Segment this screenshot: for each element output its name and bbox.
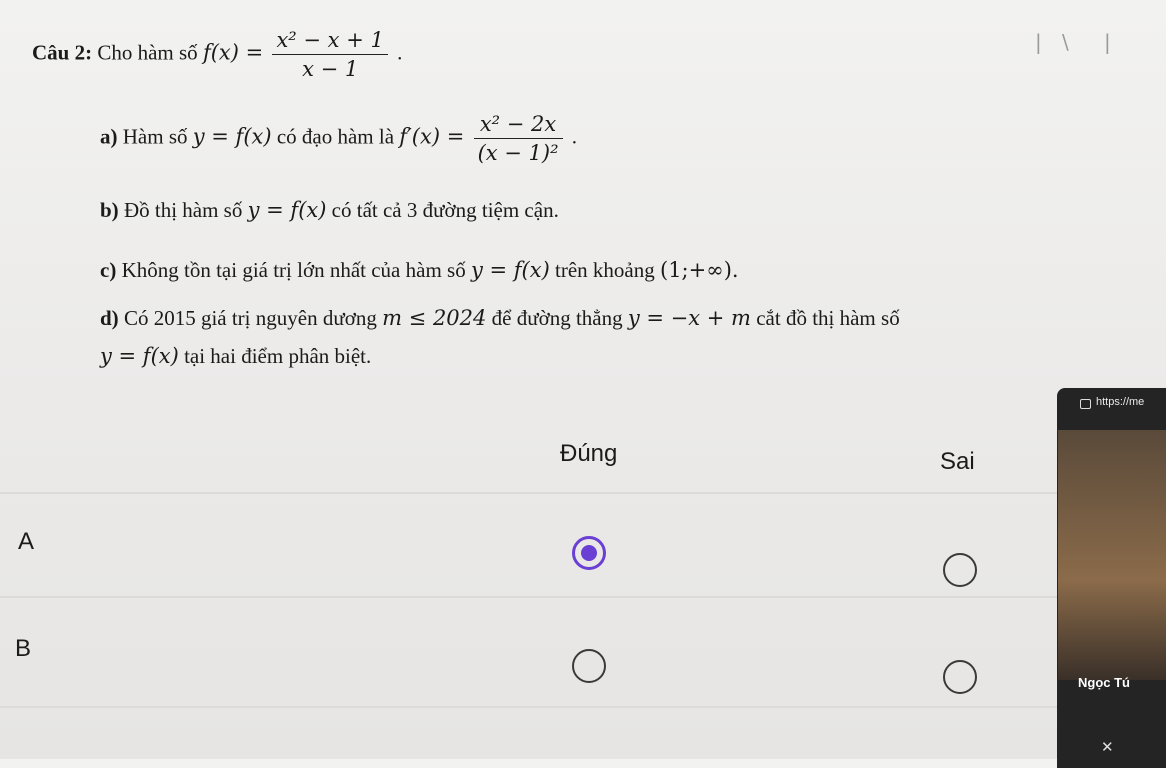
window-bar-icon-2: | (1104, 30, 1111, 54)
statement-a: a) Hàm số y = f(x) có đạo hàm là f′(x) =… (100, 112, 577, 165)
lock-icon (1080, 399, 1091, 409)
question-title: Câu 2: (32, 40, 93, 65)
fraction-numerator: x² − x + 1 (272, 28, 388, 55)
statement-b-math1: y = f(x) (247, 198, 327, 222)
statement-b-text1: Đồ thị hàm số (123, 198, 243, 222)
mic-muted-icon[interactable]: ✕ (1101, 738, 1114, 757)
statement-d-text4: tại hai điểm phân biệt. (184, 344, 372, 368)
participant-name: Ngọc Tú (1078, 675, 1130, 690)
statement-a-math2: f′(x) = (399, 124, 465, 149)
statement-d-math1: m ≤ 2024 (382, 306, 487, 330)
column-true: Đúng (560, 440, 618, 467)
row-divider (0, 492, 1166, 494)
row-divider-3 (0, 706, 1166, 708)
derivative-numerator: x² − 2x (473, 112, 563, 139)
derivative-fraction: x² − 2x (x − 1)² (473, 112, 563, 165)
derivative-denominator: (x − 1)² (477, 141, 559, 165)
function-fraction: x² − x + 1 x − 1 (272, 28, 388, 81)
statement-d-text3: cắt đồ thị hàm số (756, 306, 900, 330)
statement-d-math3: y = f(x) (100, 344, 179, 368)
radio-b-true[interactable] (572, 649, 606, 683)
radio-a-false[interactable] (943, 553, 977, 587)
row-divider-2 (0, 596, 1166, 598)
window-slash-icon: \ (1062, 30, 1069, 54)
statement-d-cont: y = f(x) tại hai điểm phân biệt. (100, 344, 371, 369)
statement-c-label: c) (100, 258, 117, 282)
statement-b: b) Đồ thị hàm số y = f(x) có tất cả 3 đư… (100, 198, 559, 223)
statement-d: d) Có 2015 giá trị nguyên dương m ≤ 2024… (100, 306, 900, 331)
statement-c-math1: y = f(x) (470, 258, 550, 282)
row-label-a: A (18, 528, 35, 555)
statement-a-end: . (571, 124, 578, 149)
statement-d-math2: y = −x + m (627, 306, 751, 330)
statement-a-text2: có đạo hàm là (276, 124, 395, 149)
statement-b-text2: có tất cả 3 đường tiệm cận. (331, 198, 559, 222)
statement-c: c) Không tồn tại giá trị lớn nhất của hà… (100, 258, 739, 283)
question-header: Câu 2: Cho hàm số f(x) = x² − x + 1 x − … (32, 28, 402, 81)
statement-c-math2: (1;+∞). (660, 258, 739, 282)
statement-c-text2: trên khoảng (555, 258, 655, 282)
fraction-denominator: x − 1 (302, 57, 359, 81)
statement-d-text1: Có 2015 giá trị nguyên dương (123, 306, 377, 330)
url-text: https://me (1096, 396, 1145, 408)
column-false: Sai (940, 448, 975, 475)
question-end: . (397, 40, 403, 65)
statement-c-text1: Không tồn tại giá trị lớn nhất của hàm s… (121, 258, 466, 282)
statement-d-text2: để đường thẳng (491, 306, 623, 330)
statement-a-math1: y = f(x) (192, 124, 272, 149)
statement-b-label: b) (100, 198, 119, 222)
radio-a-true[interactable] (572, 536, 606, 570)
function-label: f(x) = (202, 40, 264, 65)
question-intro: Cho hàm số (97, 40, 198, 65)
statement-a-text1: Hàm số (122, 124, 188, 149)
radio-b-false[interactable] (943, 660, 977, 694)
statement-a-label: a) (100, 124, 118, 149)
statement-d-label: d) (100, 306, 119, 330)
participant-video (1058, 430, 1166, 680)
window-bar-icon: | (1035, 30, 1042, 54)
row-label-b: B (15, 635, 32, 662)
